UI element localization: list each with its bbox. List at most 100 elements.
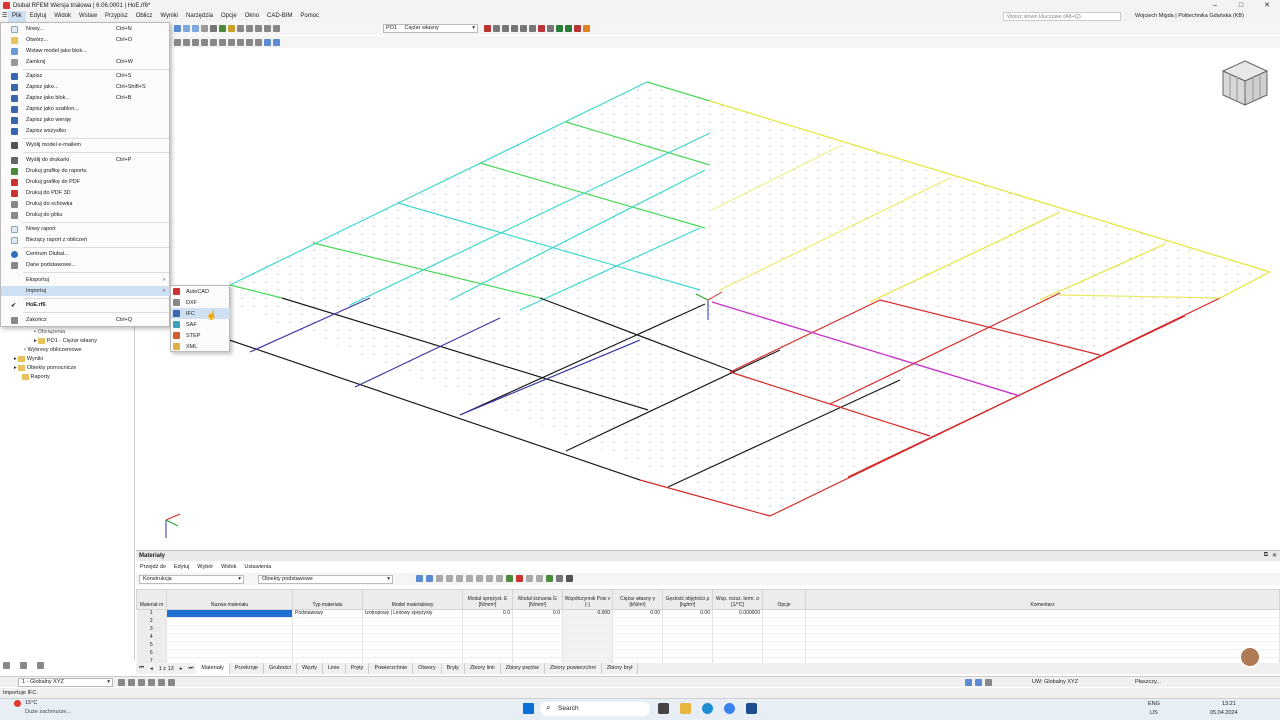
minimize-button[interactable]: – bbox=[1202, 0, 1228, 11]
snap-point-icon[interactable] bbox=[128, 679, 135, 686]
support-icon[interactable] bbox=[556, 25, 563, 32]
taskbar-search[interactable]: Search bbox=[540, 702, 650, 716]
import-autocad[interactable]: AutoCAD bbox=[171, 286, 230, 297]
data-tab-icon[interactable] bbox=[3, 662, 10, 669]
tab-bryly[interactable]: Bryły bbox=[442, 663, 465, 674]
delete-row-icon[interactable] bbox=[486, 575, 493, 582]
col-nr[interactable]: Materiał nr bbox=[136, 589, 167, 610]
table-row[interactable]: 1 Podstawowy Izotropowy | Liniowy spręży… bbox=[136, 609, 1280, 618]
result-icon[interactable] bbox=[484, 25, 491, 32]
menu-item-dane-podstawowe[interactable]: Dane podstawowe... bbox=[1, 260, 170, 270]
col-type[interactable]: Typ materiału bbox=[292, 589, 363, 610]
menu-okno[interactable]: Okno bbox=[241, 11, 263, 22]
col-alpha[interactable]: Wsp. rozsz. term. α [1/°C] bbox=[712, 589, 763, 610]
table-row[interactable]: 6 bbox=[136, 649, 1280, 658]
menu-wyniki[interactable]: Wyniki bbox=[156, 11, 182, 22]
menu-item-centrum-dlubal[interactable]: Centrum Dlubal... bbox=[1, 249, 170, 259]
snap-icon[interactable] bbox=[255, 25, 262, 32]
select-icon[interactable] bbox=[174, 38, 181, 46]
filter2-icon[interactable] bbox=[426, 575, 433, 582]
tree-item[interactable]: ▸ PO1 - Ciężar własny bbox=[14, 337, 97, 346]
clock-date[interactable]: 05.04.2024 bbox=[1210, 710, 1238, 716]
clear-icon[interactable] bbox=[516, 575, 523, 582]
mirror-icon[interactable] bbox=[255, 38, 262, 46]
menu-item-wyslij-email[interactable]: Wyślij model e-mailem bbox=[1, 140, 170, 150]
col-v[interactable]: Współczynnik Pois v [-] bbox=[562, 589, 613, 610]
last-page-icon[interactable]: ⏭ bbox=[185, 665, 196, 672]
cut-icon[interactable] bbox=[574, 25, 581, 32]
prev-page-icon[interactable]: ◂ bbox=[147, 666, 156, 672]
chrome-icon[interactable] bbox=[724, 703, 735, 714]
col-model[interactable]: Model materiałowy bbox=[362, 589, 463, 610]
excel-icon[interactable] bbox=[546, 575, 553, 582]
edge-icon[interactable] bbox=[702, 703, 713, 714]
file-explorer-icon[interactable] bbox=[680, 703, 691, 714]
view-x-icon[interactable] bbox=[511, 25, 518, 32]
export-icon[interactable] bbox=[506, 575, 513, 582]
table-row[interactable]: 2 bbox=[136, 617, 1280, 626]
import-saf[interactable]: SAF bbox=[171, 319, 230, 330]
menu-item-nowy[interactable]: Nowy... Ctrl+N bbox=[1, 24, 170, 34]
display-mode-icon[interactable] bbox=[965, 679, 972, 686]
objects-dropdown[interactable]: Obiekty podstawowe ▾ bbox=[258, 575, 393, 584]
insert-row-icon[interactable] bbox=[436, 575, 443, 582]
hamburger-icon[interactable]: ☰ bbox=[0, 11, 8, 22]
close-panel-icon[interactable]: ✕ bbox=[1272, 552, 1277, 559]
support2-icon[interactable] bbox=[565, 25, 572, 32]
menu-edytuj[interactable]: Edytuj bbox=[26, 11, 51, 22]
menu-item-nowy-raport[interactable]: Nowy raport bbox=[1, 224, 170, 234]
navigator-icon[interactable] bbox=[201, 25, 208, 32]
tree-item[interactable]: Raporty bbox=[14, 373, 97, 382]
delete-icon[interactable] bbox=[538, 25, 545, 32]
import-dxf[interactable]: DXF bbox=[171, 297, 230, 308]
menu-item-biezacy-raport[interactable]: Bieżący raport z obliczeń bbox=[1, 235, 170, 245]
line-icon[interactable] bbox=[192, 38, 199, 46]
import-icon[interactable] bbox=[496, 575, 503, 582]
formula-icon[interactable] bbox=[526, 575, 533, 582]
first-page-icon[interactable]: ⏮ bbox=[136, 665, 147, 672]
fx-icon[interactable] bbox=[536, 575, 543, 582]
restore-panel-icon[interactable]: ⧉ bbox=[1264, 552, 1268, 559]
columns-icon[interactable] bbox=[466, 575, 473, 582]
col-comment[interactable]: Komentarz bbox=[805, 589, 1280, 610]
menu-widok[interactable]: Widok bbox=[50, 11, 75, 22]
start-icon[interactable] bbox=[523, 703, 534, 714]
col-rho[interactable]: Gęstość objętości ρ [kg/m³] bbox=[662, 589, 713, 610]
opening-icon[interactable] bbox=[228, 38, 235, 46]
menu-item-zapisz-wszystko[interactable]: Zapisz wszystko bbox=[1, 126, 170, 136]
window-icon[interactable] bbox=[183, 25, 190, 32]
display-mode2-icon[interactable] bbox=[975, 679, 982, 686]
menu-wstaw[interactable]: Wstaw bbox=[75, 11, 101, 22]
menu-item-wyslij-drukarka[interactable]: Wyślij do drukarki Ctrl+P bbox=[1, 155, 170, 165]
menu-item-grafika-pdf[interactable]: Drukuj grafikę do PDF bbox=[1, 177, 170, 187]
menu-pomoc[interactable]: Pomoc bbox=[296, 11, 323, 22]
filter-icon[interactable] bbox=[416, 575, 423, 582]
col-e[interactable]: Moduł sprężyst. E [N/mm²] bbox=[462, 589, 513, 610]
display2-icon[interactable] bbox=[273, 38, 280, 46]
menu-item-recent-file[interactable]: ✔ HoE.rf6 bbox=[1, 300, 170, 310]
gear-icon[interactable] bbox=[210, 25, 217, 32]
view-icon[interactable] bbox=[174, 25, 181, 32]
tree-item[interactable]: ▸ Wyniki bbox=[14, 355, 97, 364]
camera-icon[interactable] bbox=[37, 662, 44, 669]
member-icon[interactable] bbox=[201, 38, 208, 46]
node-icon[interactable] bbox=[183, 38, 190, 46]
menu-item-zamknij[interactable]: Zamknij Ctrl+W bbox=[1, 57, 170, 67]
col-gamma[interactable]: Ciężar własny γ [kN/m³] bbox=[612, 589, 663, 610]
menu-opcje[interactable]: Opcje bbox=[217, 11, 241, 22]
solid-icon[interactable] bbox=[219, 38, 226, 46]
display-icon[interactable] bbox=[264, 38, 271, 46]
menu-item-eksportuj[interactable]: Eksportuj › bbox=[1, 275, 170, 285]
import-xml[interactable]: XML bbox=[171, 341, 230, 352]
view-y-icon[interactable] bbox=[520, 25, 527, 32]
table-row[interactable]: 3 bbox=[136, 625, 1280, 634]
menu-item-schowek[interactable]: Drukuj do schowka bbox=[1, 199, 170, 209]
snap-grid-icon[interactable] bbox=[118, 679, 125, 686]
keyboard-layout[interactable]: US bbox=[1150, 710, 1158, 716]
zoom-icon[interactable] bbox=[237, 25, 244, 32]
dimension-icon[interactable] bbox=[158, 679, 165, 686]
tab-prety[interactable]: Pręty bbox=[346, 663, 370, 674]
col-options[interactable]: Opcje bbox=[762, 589, 806, 610]
table-icon[interactable] bbox=[456, 575, 463, 582]
rfem-taskbar-icon[interactable] bbox=[746, 703, 757, 714]
